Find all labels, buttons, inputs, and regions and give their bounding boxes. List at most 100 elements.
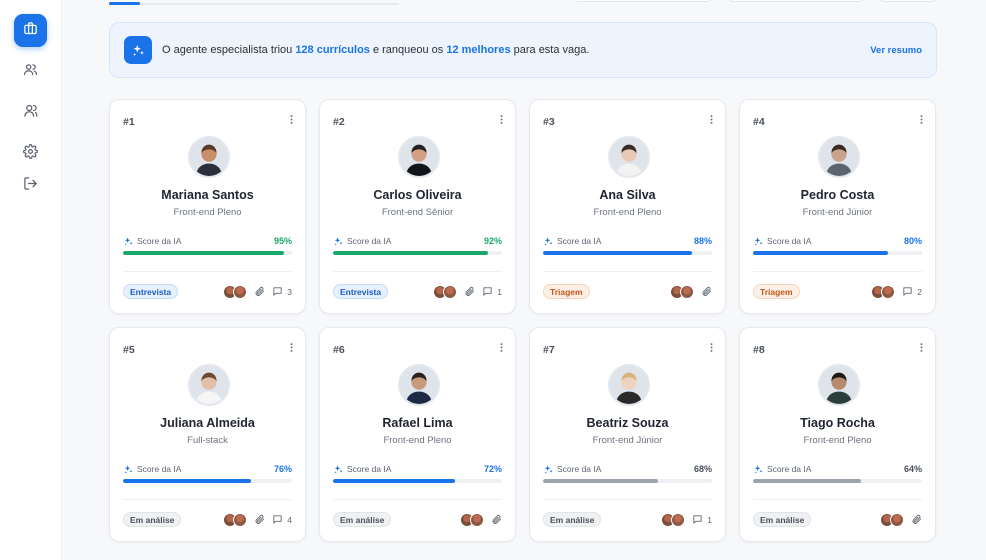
rank-label: #4 <box>753 116 765 128</box>
candidate-card[interactable]: #4 Pedro Costa Front-end Júnior Score da IA… <box>739 99 936 314</box>
score-label: Score da IA <box>137 236 182 246</box>
sidebar-item-team[interactable] <box>14 96 47 129</box>
rank-label: #8 <box>753 344 765 356</box>
candidate-card[interactable]: #7 Beatriz Souza Front-end Júnior Score da … <box>529 327 726 542</box>
sidebar-item-jobs[interactable] <box>14 14 47 47</box>
more-options-icon[interactable] <box>710 114 713 128</box>
score-bar <box>123 479 292 483</box>
comment-icon[interactable] <box>902 286 913 297</box>
status-badge[interactable]: Em análise <box>333 512 392 527</box>
score-value: 80% <box>903 236 922 246</box>
candidate-name: Beatriz Souza <box>586 416 669 430</box>
banner-text-suffix: para esta vaga. <box>510 44 590 56</box>
reviewer-avatars <box>880 512 904 527</box>
rank-label: #3 <box>543 116 555 128</box>
score-bar-fill <box>123 479 252 483</box>
candidate-card[interactable]: #3 Ana Silva Front-end Pleno Score da IA 88%… <box>529 99 726 314</box>
sidebar-item-candidates[interactable] <box>14 55 47 88</box>
status-badge[interactable]: Triagem <box>753 284 800 299</box>
app-root: O agente especialista triou 128 currícul… <box>0 0 986 560</box>
paperclip-icon[interactable] <box>464 286 475 297</box>
more-options-icon[interactable] <box>920 342 923 356</box>
ai-score-row: Score da IA 92% <box>333 235 502 247</box>
score-bar <box>123 251 292 255</box>
score-bar <box>333 251 502 255</box>
sidebar-item-logout[interactable] <box>14 169 47 202</box>
score-value: 95% <box>273 236 292 246</box>
status-badge[interactable]: Em análise <box>753 512 812 527</box>
comment-count: 4 <box>287 514 292 525</box>
reviewer-avatar <box>671 512 686 527</box>
avatar <box>608 364 650 406</box>
comment-icon[interactable] <box>482 286 493 297</box>
status-badge[interactable]: Em análise <box>543 512 602 527</box>
more-options-icon[interactable] <box>500 114 503 128</box>
ai-score-row: Score da IA 72% <box>333 463 502 475</box>
candidate-name: Ana Silva <box>599 188 656 202</box>
ai-score-row: Score da IA 80% <box>753 235 922 247</box>
avatar <box>188 364 230 406</box>
candidate-card[interactable]: #6 Rafael Lima Front-end Pleno Score da IA 7… <box>319 327 516 542</box>
candidate-card[interactable]: #1 Mariana Santos Front-end Pleno Score da … <box>109 99 306 314</box>
reviewer-avatar <box>881 284 896 299</box>
score-label: Score da IA <box>557 236 602 246</box>
reviewer-avatar <box>443 284 458 299</box>
paperclip-icon[interactable] <box>911 514 922 525</box>
sparkle-icon <box>124 36 152 64</box>
score-bar-fill <box>753 479 862 483</box>
paperclip-icon[interactable] <box>254 286 265 297</box>
comment-icon[interactable] <box>692 514 703 525</box>
score-label: Score da IA <box>557 464 602 474</box>
more-options-icon[interactable] <box>920 114 923 128</box>
briefcase-icon <box>23 21 38 41</box>
ai-score-row: Score da IA 64% <box>753 463 922 475</box>
sort-button[interactable] <box>878 0 938 2</box>
score-label: Score da IA <box>767 464 812 474</box>
avatar <box>818 364 860 406</box>
reviewer-avatars <box>460 512 484 527</box>
card-footer-actions: 2 <box>871 284 922 299</box>
more-options-icon[interactable] <box>710 342 713 356</box>
reviewer-avatar <box>233 512 248 527</box>
more-options-icon[interactable] <box>290 114 293 128</box>
paperclip-icon[interactable] <box>491 514 502 525</box>
comment-icon[interactable] <box>272 514 283 525</box>
sparkle-icon <box>543 464 554 475</box>
candidate-card[interactable]: #2 Carlos Oliveira Front-end Sênior Score d… <box>319 99 516 314</box>
status-badge[interactable]: Triagem <box>543 284 590 299</box>
sparkle-icon <box>753 464 764 475</box>
more-options-icon[interactable] <box>290 342 293 356</box>
sparkle-icon <box>123 236 134 247</box>
score-label: Score da IA <box>347 236 392 246</box>
ai-summary-banner: O agente especialista triou 128 currícul… <box>109 22 937 78</box>
rank-label: #5 <box>123 344 135 356</box>
score-value: 72% <box>483 464 502 474</box>
candidate-card[interactable]: #8 Tiago Rocha Front-end Pleno Score da IA 6… <box>739 327 936 542</box>
score-bar-fill <box>543 479 658 483</box>
divider <box>123 499 292 500</box>
comment-icon[interactable] <box>272 286 283 297</box>
more-options-icon[interactable] <box>500 342 503 356</box>
score-value: 92% <box>483 236 502 246</box>
search-input[interactable] <box>573 0 713 2</box>
sidebar-item-settings[interactable] <box>14 137 47 170</box>
tabs-underline <box>109 3 399 5</box>
score-bar-fill <box>333 251 489 255</box>
card-footer-actions: 4 <box>223 512 292 527</box>
banner-text-middle: e ranqueou os <box>369 44 447 56</box>
paperclip-icon[interactable] <box>701 286 712 297</box>
tab-active-indicator[interactable] <box>109 2 140 5</box>
status-badge[interactable]: Em análise <box>123 512 182 527</box>
avatar <box>188 136 230 178</box>
divider <box>753 271 922 272</box>
view-summary-link[interactable]: Ver resumo <box>870 45 922 56</box>
candidate-card[interactable]: #5 Juliana Almeida Full-stack Score da IA 76… <box>109 327 306 542</box>
paperclip-icon[interactable] <box>254 514 265 525</box>
status-badge[interactable]: Entrevista <box>123 284 179 299</box>
filter-button[interactable] <box>728 0 865 2</box>
card-footer-actions <box>880 512 922 527</box>
top-count: 12 melhores <box>446 44 511 56</box>
reviewer-avatar <box>233 284 248 299</box>
status-badge[interactable]: Entrevista <box>333 284 389 299</box>
candidate-role: Front-end Pleno <box>383 435 452 446</box>
